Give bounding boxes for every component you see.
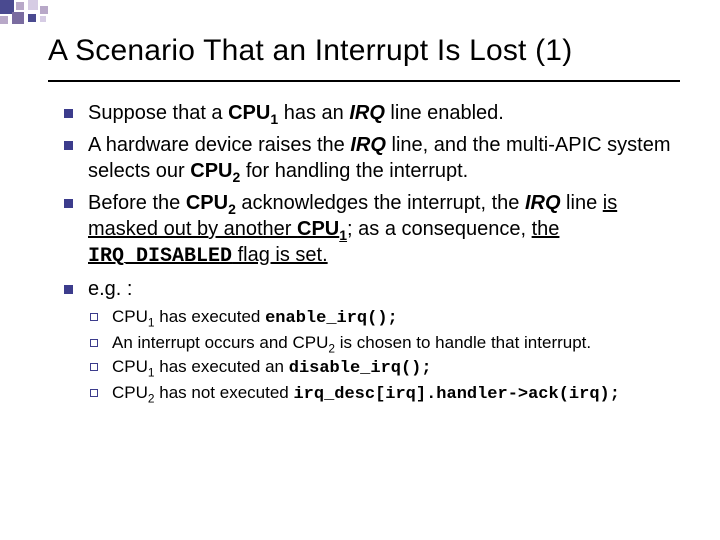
text-run: 1 [339,227,347,243]
corner-decoration [0,0,160,30]
text-run: CPU [112,357,148,376]
text-run: has an [278,102,349,124]
text-run: has not executed [155,383,294,402]
deco-square [28,0,38,10]
text-run: 1 [148,366,155,380]
deco-square [0,16,8,24]
deco-square [40,6,48,14]
text-run: Before the [88,192,186,214]
text-run: Suppose that a [88,102,228,124]
list-item: A hardware device raises the IRQ line, a… [60,132,690,184]
text-run: CPU [112,307,148,326]
list-item: CPU1 has executed enable_irq(); [88,306,690,330]
text-run: 2 [228,201,236,217]
text-run: IRQ [349,102,385,124]
deco-square [12,12,24,24]
text-run: has executed [155,307,266,326]
text-run: CPU [228,102,270,124]
text-run: flag is set. [232,244,328,266]
slide-body: Suppose that a CPU1 has an IRQ line enab… [60,100,690,412]
deco-square [16,2,24,10]
list-item: CPU2 has not executed irq_desc[irq].hand… [88,382,690,406]
text-run: ; as a consequence, [347,218,532,240]
text-run: is chosen to handle that interrupt. [335,333,591,352]
text-run: enable_irq(); [265,309,398,328]
deco-square [40,16,46,22]
text-run: 2 [148,392,155,406]
text-run: line enabled. [385,102,504,124]
text-run: IRQ [350,134,386,156]
text-run: CPU [190,160,232,182]
list-item: Before the CPU2 acknowledges the interru… [60,190,690,270]
deco-square [0,0,14,14]
list-item: Suppose that a CPU1 has an IRQ line enab… [60,100,690,126]
text-run: acknowledges the interrupt, the [236,192,525,214]
text-run: 1 [270,111,278,127]
text-run: An interrupt occurs and CPU [112,333,328,352]
title-underline [48,80,680,82]
list-item: An interrupt occurs and CPU2 is chosen t… [88,332,690,354]
text-run: has executed an [155,357,289,376]
text-run: CPU [186,192,228,214]
text-run: e.g. : [88,278,132,300]
sub-bullet-list: CPU1 has executed enable_irq();An interr… [88,306,690,406]
text-run: CPU [112,383,148,402]
slide: A Scenario That an Interrupt Is Lost (1)… [0,0,720,540]
text-run: 1 [148,315,155,329]
text-run: disable_irq(); [289,359,432,378]
text-run: irq_desc[irq].handler->ack(irq); [293,385,619,404]
text-run: IRQ_DISABLED [88,245,232,268]
text-run: IRQ [525,192,561,214]
text-run: for handling the interrupt. [240,160,468,182]
deco-square [28,14,36,22]
text-run: A hardware device raises the [88,134,350,156]
list-item: e.g. :CPU1 has executed enable_irq();An … [60,276,690,406]
text-run: CPU [297,218,339,240]
text-run: line [561,192,603,214]
bullet-list: Suppose that a CPU1 has an IRQ line enab… [60,100,690,406]
list-item: CPU1 has executed an disable_irq(); [88,356,690,380]
text-run: the [532,218,560,240]
slide-title: A Scenario That an Interrupt Is Lost (1) [48,34,690,69]
